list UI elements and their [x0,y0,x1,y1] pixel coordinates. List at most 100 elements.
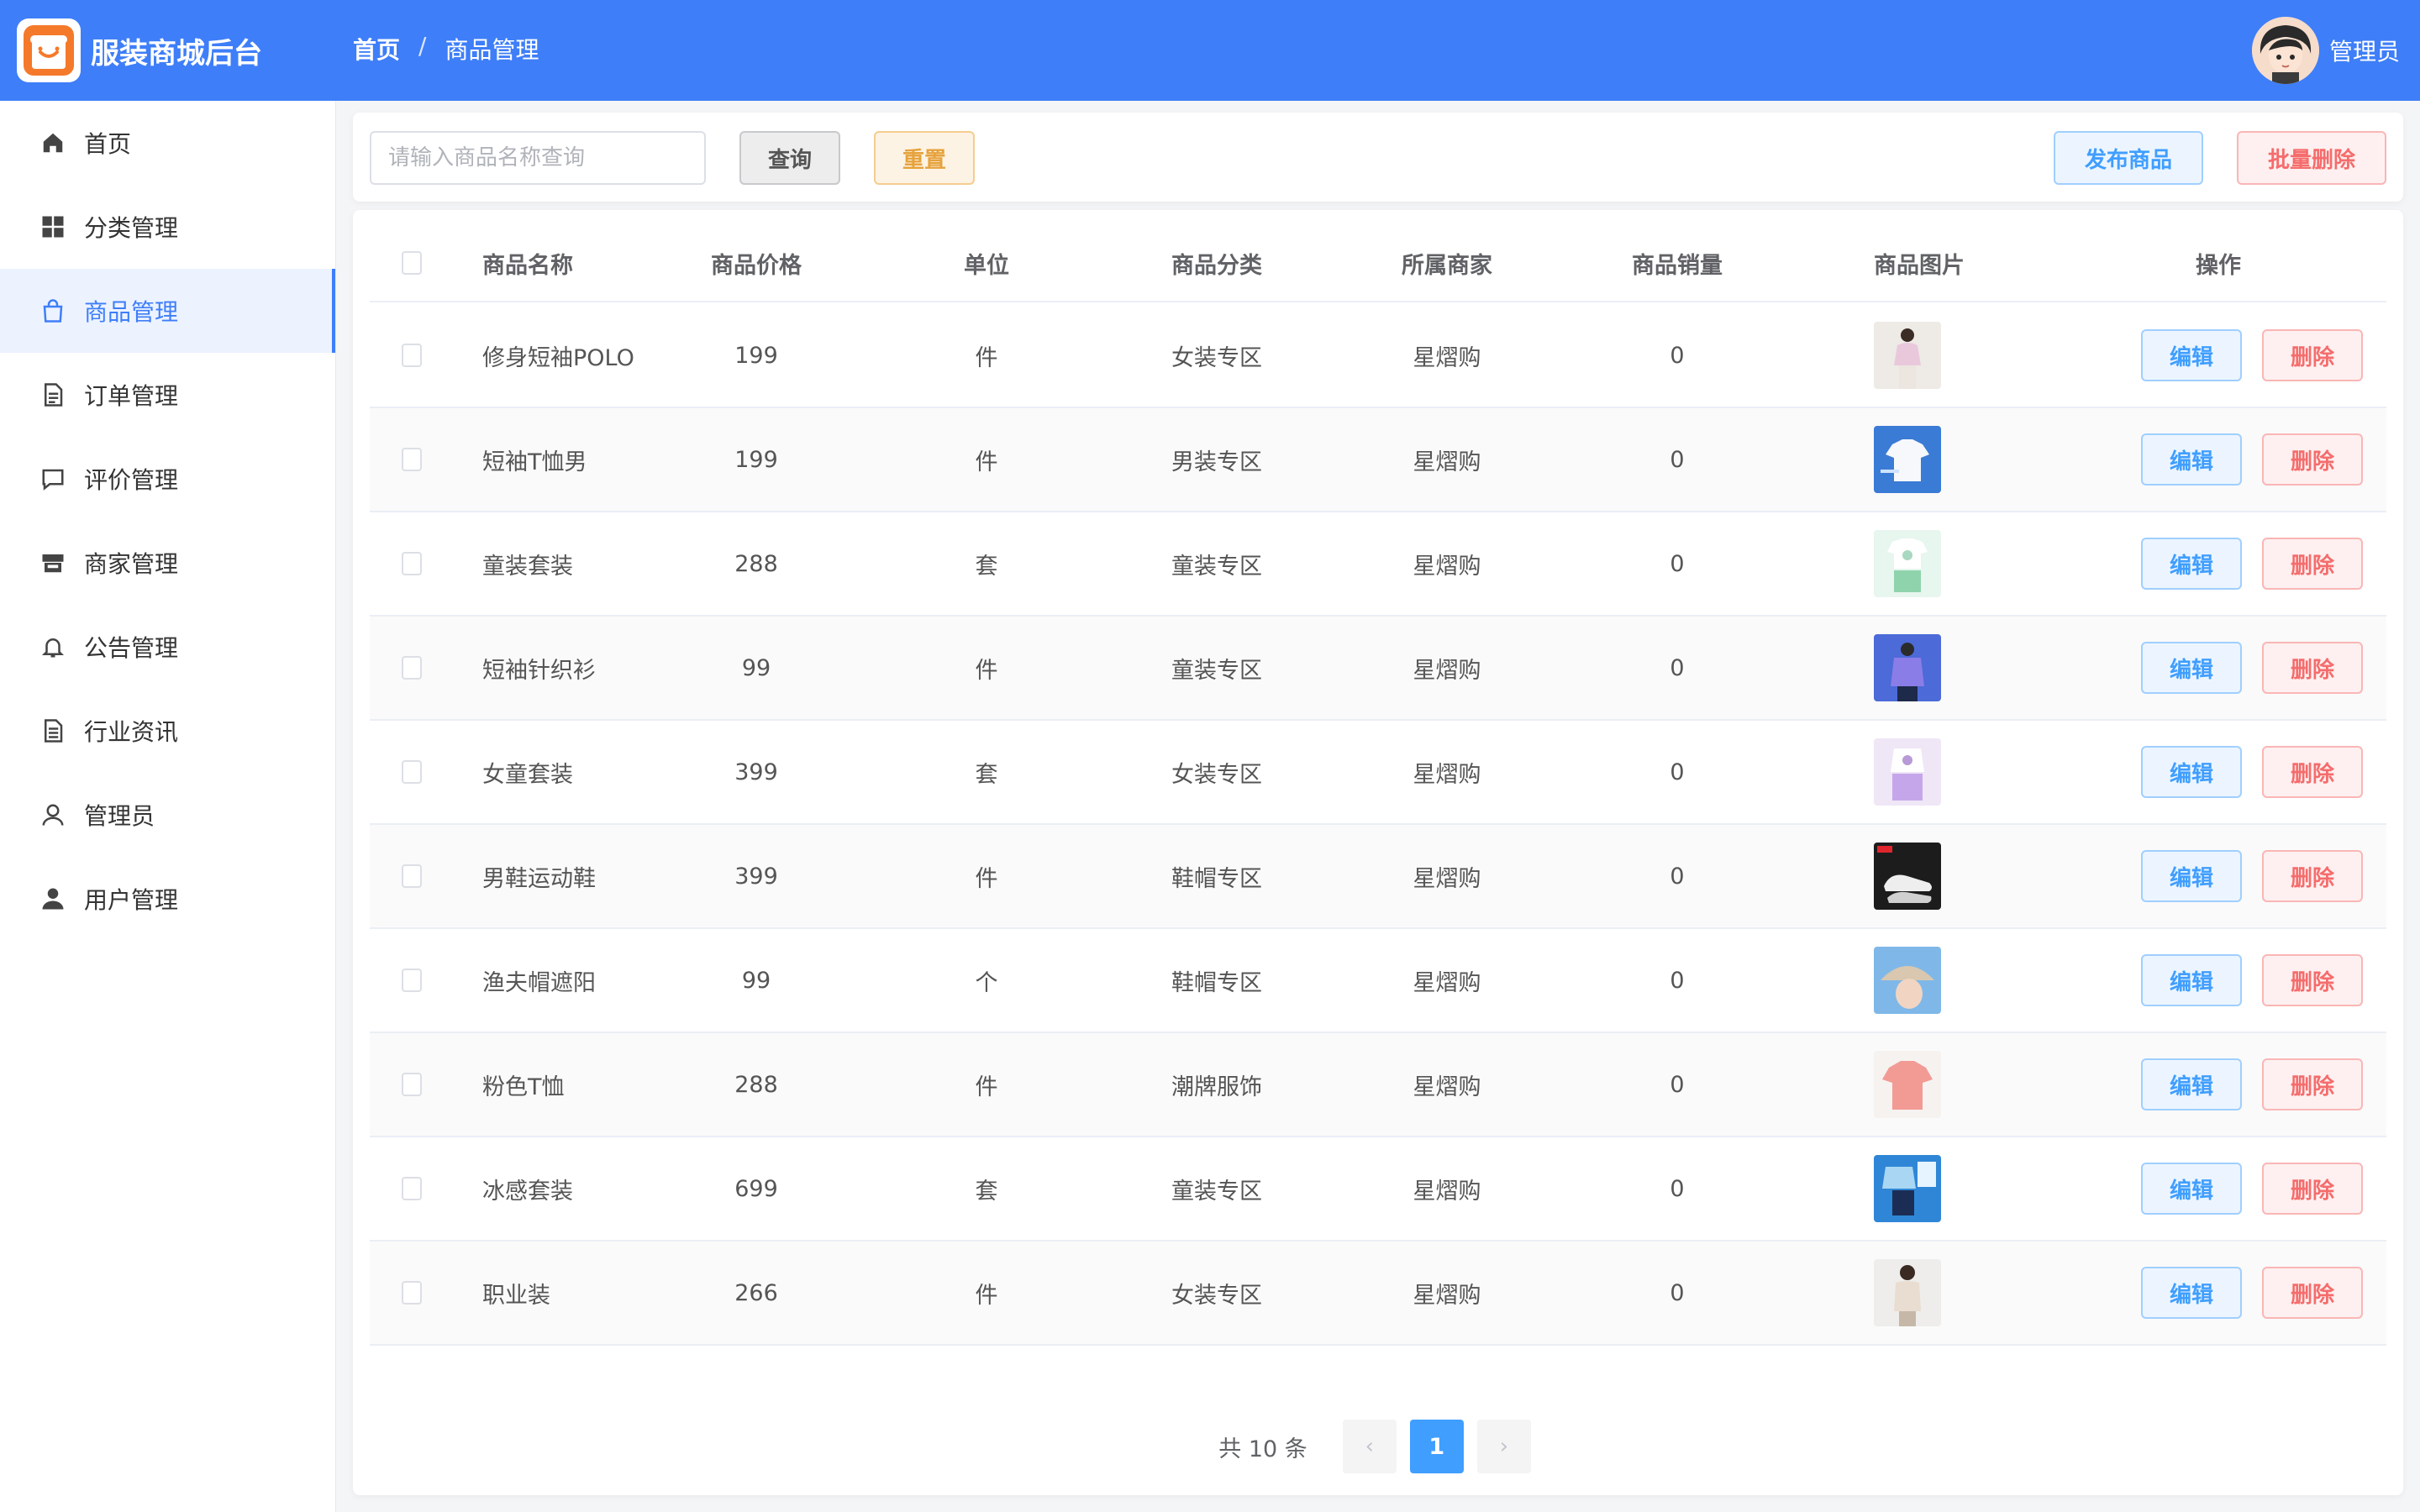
sidebar-item-merchants[interactable]: 商家管理 [0,521,335,605]
product-price: 266 [734,1279,778,1306]
edit-button[interactable]: 编辑 [2141,642,2242,694]
user-outline-icon [39,801,67,829]
table-row[interactable]: 渔夫帽遮阳 99 个 鞋帽专区 星熠购 0 编辑 删除 [370,929,2386,1033]
row-checkbox[interactable] [402,552,422,575]
product-image[interactable] [1874,426,1941,493]
sidebar-item-news[interactable]: 行业资讯 [0,689,335,773]
product-sales: 0 [1670,967,1685,994]
product-category: 鞋帽专区 [1171,969,1262,996]
table-row[interactable]: 女童套装 399 套 女装专区 星熠购 0 编辑 删除 [370,721,2386,825]
app-logo[interactable] [17,18,81,82]
select-all-checkbox[interactable] [402,251,422,275]
product-image[interactable] [1874,843,1941,910]
row-checkbox[interactable] [402,656,422,680]
sidebar-item-admins[interactable]: 管理员 [0,773,335,857]
product-sales: 0 [1670,654,1685,681]
user-menu[interactable]: 管理员 [2251,17,2400,84]
delete-button[interactable]: 删除 [2262,1267,2363,1319]
column-header-price: 商品价格 [711,252,802,279]
table-row[interactable]: 童装套装 288 套 童装专区 星熠购 0 编辑 删除 [370,512,2386,617]
row-checkbox[interactable] [402,448,422,471]
avatar[interactable] [2251,17,2319,84]
breadcrumb-separator: / [418,32,427,60]
product-unit: 件 [975,657,998,684]
search-input[interactable] [370,131,706,185]
product-image[interactable] [1874,947,1941,1014]
product-image[interactable] [1874,1155,1941,1222]
product-category: 鞋帽专区 [1171,865,1262,892]
sidebar-item-home[interactable]: 首页 [0,101,335,185]
delete-button[interactable]: 删除 [2262,329,2363,381]
table-row[interactable]: 粉色T恤 288 件 潮牌服饰 星熠购 0 编辑 删除 [370,1033,2386,1137]
delete-button[interactable]: 删除 [2262,850,2363,902]
edit-button[interactable]: 编辑 [2141,1267,2242,1319]
edit-button[interactable]: 编辑 [2141,1058,2242,1110]
row-checkbox[interactable] [402,969,422,992]
query-button[interactable]: 查询 [739,131,840,185]
product-unit: 件 [975,344,998,371]
row-checkbox[interactable] [402,344,422,367]
product-sales: 0 [1670,1279,1685,1306]
sidebar-item-notices[interactable]: 公告管理 [0,605,335,689]
product-table-card: 商品名称 商品价格 单位 商品分类 所属商家 商品销量 商品图片 操作 修身短袖… [353,210,2403,1495]
row-checkbox[interactable] [402,1177,422,1200]
column-header-image: 商品图片 [1874,252,1965,279]
page-number-button[interactable]: 1 [1409,1420,1464,1473]
prev-page-button[interactable]: ‹ [1342,1420,1397,1473]
breadcrumb-home[interactable]: 首页 [353,32,400,66]
product-unit: 件 [975,1282,998,1309]
edit-button[interactable]: 编辑 [2141,538,2242,590]
table-row[interactable]: 冰感套装 699 套 童装专区 星熠购 0 编辑 删除 [370,1137,2386,1242]
product-image[interactable] [1874,1051,1941,1118]
product-merchant: 星熠购 [1413,449,1481,475]
product-sales: 0 [1670,863,1685,890]
batch-delete-button[interactable]: 批量删除 [2237,131,2386,185]
product-image[interactable] [1874,1259,1941,1326]
shop-logo-icon [24,25,74,76]
row-checkbox[interactable] [402,1281,422,1305]
product-image[interactable] [1874,738,1941,806]
row-checkbox[interactable] [402,864,422,888]
publish-product-button[interactable]: 发布商品 [2054,131,2203,185]
table-row[interactable]: 短袖T恤男 199 件 男装专区 星熠购 0 编辑 删除 [370,408,2386,512]
next-page-button[interactable]: › [1476,1420,1531,1473]
product-category: 男装专区 [1171,449,1262,475]
product-image[interactable] [1874,634,1941,701]
edit-button[interactable]: 编辑 [2141,433,2242,486]
product-unit: 套 [975,1178,998,1205]
row-checkbox[interactable] [402,760,422,784]
column-header-actions: 操作 [2196,252,2241,279]
product-sales: 0 [1670,342,1685,369]
product-unit: 个 [975,969,998,996]
sidebar-item-users[interactable]: 用户管理 [0,857,335,941]
table-row[interactable]: 男鞋运动鞋 399 件 鞋帽专区 星熠购 0 编辑 删除 [370,825,2386,929]
edit-button[interactable]: 编辑 [2141,746,2242,798]
delete-button[interactable]: 删除 [2262,1163,2363,1215]
table-row[interactable]: 修身短袖POLO 199 件 女装专区 星熠购 0 编辑 删除 [370,304,2386,408]
pagination-total: 共 10 条 [1218,1436,1307,1462]
delete-button[interactable]: 删除 [2262,954,2363,1006]
table-row[interactable]: 职业装 266 件 女装专区 星熠购 0 编辑 删除 [370,1242,2386,1346]
edit-button[interactable]: 编辑 [2141,850,2242,902]
edit-button[interactable]: 编辑 [2141,1163,2242,1215]
delete-button[interactable]: 删除 [2262,642,2363,694]
delete-button[interactable]: 删除 [2262,746,2363,798]
sidebar-item-orders[interactable]: 订单管理 [0,353,335,437]
reset-button[interactable]: 重置 [874,131,975,185]
sidebar-item-products[interactable]: 商品管理 [0,269,335,353]
table-row[interactable]: 短袖针织衫 99 件 童装专区 星熠购 0 编辑 删除 [370,617,2386,721]
sidebar-item-category[interactable]: 分类管理 [0,185,335,269]
sidebar-item-reviews[interactable]: 评价管理 [0,437,335,521]
delete-button[interactable]: 删除 [2262,538,2363,590]
product-sales: 0 [1670,1071,1685,1098]
user-filled-icon [39,885,67,913]
user-name[interactable]: 管理员 [2329,34,2400,67]
edit-button[interactable]: 编辑 [2141,329,2242,381]
delete-button[interactable]: 删除 [2262,433,2363,486]
edit-button[interactable]: 编辑 [2141,954,2242,1006]
product-image[interactable] [1874,530,1941,597]
row-checkbox[interactable] [402,1073,422,1096]
product-merchant: 星熠购 [1413,344,1481,371]
product-image[interactable] [1874,322,1941,389]
delete-button[interactable]: 删除 [2262,1058,2363,1110]
